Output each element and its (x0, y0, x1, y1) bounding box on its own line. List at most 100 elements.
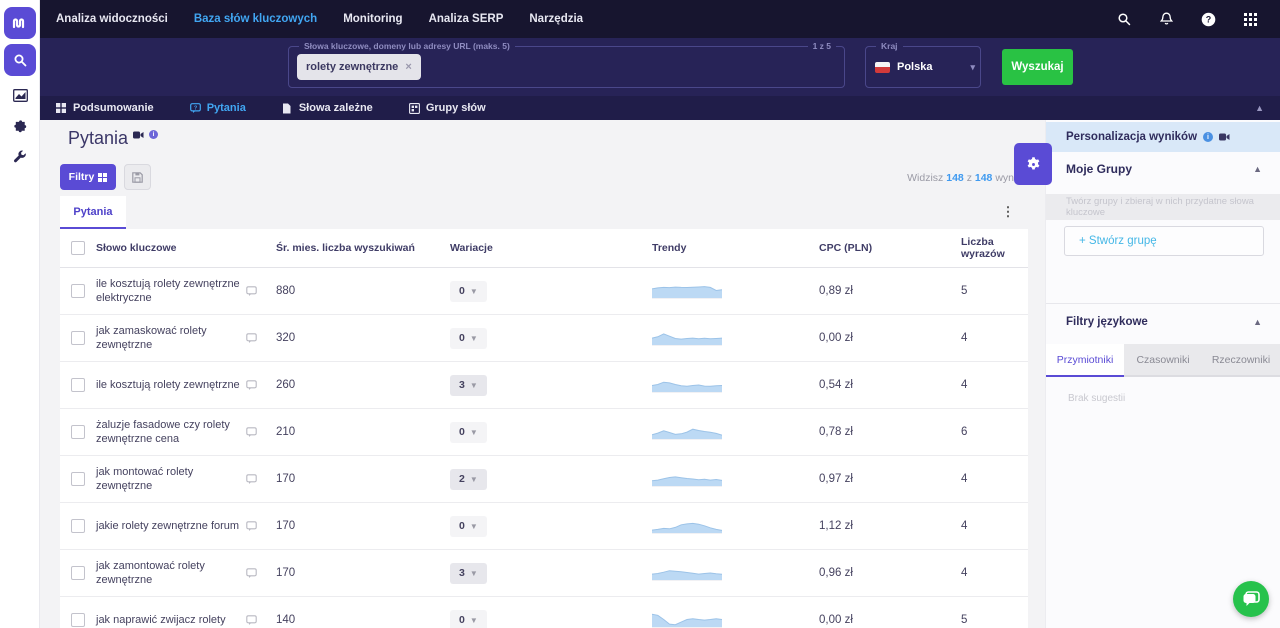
row-checkbox[interactable] (71, 472, 85, 486)
tools-wrench-icon[interactable] (8, 147, 32, 167)
search-volume: 320 (276, 332, 436, 344)
senuto-logo[interactable] (4, 7, 36, 39)
collapse-panel-icon[interactable]: ▲ (1255, 103, 1280, 113)
keyword-explorer-icon[interactable] (4, 44, 36, 76)
variations-dropdown[interactable]: 0▼ (450, 610, 487, 628)
table-row[interactable]: jak montować rolety zewnętrzne 170 2▼ 0,… (60, 456, 1028, 503)
search-volume: 210 (276, 426, 436, 438)
keyword-text[interactable]: jak zamaskować rolety zewnętrzne (96, 324, 246, 353)
keyword-text[interactable]: żaluzje fasadowe czy rolety zewnętrzne c… (96, 418, 246, 447)
question-bubble-icon (246, 615, 276, 626)
groups-hint: Twórz grupy i zbieraj w nich przydatne s… (1046, 194, 1280, 220)
variations-dropdown[interactable]: 2▼ (450, 469, 487, 490)
variations-dropdown[interactable]: 0▼ (450, 422, 487, 443)
integrations-puzzle-icon[interactable] (8, 116, 32, 136)
nav-narzedzia[interactable]: Narzędzia (529, 13, 583, 25)
table-row[interactable]: jakie rolety zewnętrzne forum 170 0▼ 1,1… (60, 503, 1028, 550)
info-icon[interactable]: i (149, 130, 158, 139)
variations-dropdown[interactable]: 3▼ (450, 563, 487, 584)
search-volume: 140 (276, 614, 436, 626)
panel-settings-gear-button[interactable] (1014, 143, 1052, 185)
country-select[interactable]: Kraj Polska ▾ (865, 46, 981, 88)
col-word-count[interactable]: Liczba wyrazów (897, 236, 1028, 260)
personalization-title: Personalizacja wyników (1066, 131, 1197, 143)
question-bubble-icon (246, 286, 276, 297)
left-rail (0, 0, 40, 628)
nav-analiza-widocznosci[interactable]: Analiza widoczności (56, 13, 168, 25)
table-row[interactable]: jak zamaskować rolety zewnętrzne 320 0▼ … (60, 315, 1028, 362)
row-checkbox[interactable] (71, 613, 85, 627)
keyword-text[interactable]: ile kosztują rolety zewnętrzne elektrycz… (96, 277, 246, 306)
card-tab-pytania[interactable]: Pytania (60, 196, 126, 229)
table-row[interactable]: jak naprawić zwijacz rolety 140 0▼ 0,00 … (60, 597, 1028, 628)
language-filters-header[interactable]: Filtry językowe ▲ (1066, 316, 1262, 328)
tab-label: Podsumowanie (73, 102, 154, 114)
keyword-text[interactable]: jak montować rolety zewnętrzne (96, 465, 246, 494)
variations-dropdown[interactable]: 0▼ (450, 516, 487, 537)
table-row[interactable]: jak zamontować rolety zewnętrzne 170 3▼ … (60, 550, 1028, 597)
trend-sparkline (592, 424, 757, 440)
search-button[interactable]: Wyszukaj (1002, 49, 1073, 85)
keyword-text[interactable]: jak zamontować rolety zewnętrzne (96, 559, 246, 588)
tab-slowa-zalezne[interactable]: Słowa zależne (282, 102, 373, 114)
my-groups-title: Moje Grupy (1066, 162, 1132, 176)
tab-grupy-slow[interactable]: Grupy słów (409, 102, 486, 114)
nav-analiza-serp[interactable]: Analiza SERP (429, 13, 504, 25)
nav-monitoring[interactable]: Monitoring (343, 13, 402, 25)
tab-pytania[interactable]: ? Pytania (190, 102, 246, 114)
question-bubble-icon: ? (190, 103, 201, 114)
col-trends[interactable]: Trendy (592, 242, 757, 254)
chevron-up-icon[interactable]: ▲ (1253, 317, 1262, 327)
row-checkbox[interactable] (71, 425, 85, 439)
table-row[interactable]: żaluzje fasadowe czy rolety zewnętrzne c… (60, 409, 1028, 456)
chat-widget-button[interactable] (1233, 581, 1269, 617)
trend-sparkline (592, 330, 757, 346)
svg-text:?: ? (1205, 14, 1211, 24)
tab-rzeczowniki[interactable]: Rzeczowniki (1202, 344, 1280, 377)
col-variations[interactable]: Wariacje (436, 242, 592, 254)
row-checkbox[interactable] (71, 519, 85, 533)
chevron-up-icon[interactable]: ▲ (1253, 164, 1262, 174)
save-filters-button[interactable] (124, 164, 151, 190)
keyword-text[interactable]: jak naprawić zwijacz rolety (96, 613, 246, 627)
my-groups-header[interactable]: Moje Grupy ▲ (1066, 162, 1262, 176)
row-checkbox[interactable] (71, 331, 85, 345)
video-icon[interactable] (1219, 133, 1230, 141)
word-count: 5 (897, 285, 1028, 297)
apps-grid-icon[interactable] (1242, 11, 1258, 27)
keyword-tag[interactable]: rolety zewnętrzne × (297, 54, 421, 80)
search-icon[interactable] (1116, 11, 1132, 27)
tutorial-video-icon[interactable] (133, 131, 144, 139)
remove-tag-icon[interactable]: × (405, 61, 411, 73)
table-row[interactable]: ile kosztują rolety zewnętrzne elektrycz… (60, 268, 1028, 315)
visibility-chart-icon[interactable] (8, 85, 32, 105)
table-menu-icon[interactable]: ⋮ (998, 202, 1018, 222)
notifications-bell-icon[interactable] (1158, 11, 1174, 27)
keywords-input[interactable]: Słowa kluczowe, domeny lub adresy URL (m… (288, 46, 845, 88)
search-panel: Słowa kluczowe, domeny lub adresy URL (m… (40, 38, 1280, 96)
keyword-text[interactable]: jakie rolety zewnętrzne forum (96, 519, 246, 533)
col-keyword[interactable]: Słowo kluczowe (96, 242, 246, 254)
row-checkbox[interactable] (71, 284, 85, 298)
help-icon[interactable]: ? (1200, 11, 1216, 27)
row-checkbox[interactable] (71, 566, 85, 580)
trend-sparkline (592, 377, 757, 393)
table-row[interactable]: ile kosztują rolety zewnętrzne 260 3▼ 0,… (60, 362, 1028, 409)
filters-button[interactable]: Filtry (60, 164, 116, 190)
col-volume[interactable]: Śr. mies. liczba wyszukiwań (276, 242, 436, 254)
col-cpc[interactable]: CPC (PLN) (757, 242, 897, 254)
create-group-button[interactable]: + Stwórz grupę (1064, 226, 1264, 256)
trend-sparkline (592, 612, 757, 628)
nav-baza-slow-kluczowych[interactable]: Baza słów kluczowych (194, 13, 317, 25)
keyword-text[interactable]: ile kosztują rolety zewnętrzne (96, 378, 246, 392)
variations-dropdown[interactable]: 3▼ (450, 375, 487, 396)
variations-dropdown[interactable]: 0▼ (450, 328, 487, 349)
gear-icon (1025, 156, 1042, 173)
row-checkbox[interactable] (71, 378, 85, 392)
tab-podsumowanie[interactable]: Podsumowanie (56, 102, 154, 114)
tab-przymiotniki[interactable]: Przymiotniki (1046, 344, 1124, 377)
info-icon[interactable]: i (1203, 132, 1213, 142)
tab-czasowniki[interactable]: Czasowniki (1124, 344, 1202, 377)
variations-dropdown[interactable]: 0▼ (450, 281, 487, 302)
select-all-checkbox[interactable] (71, 241, 85, 255)
